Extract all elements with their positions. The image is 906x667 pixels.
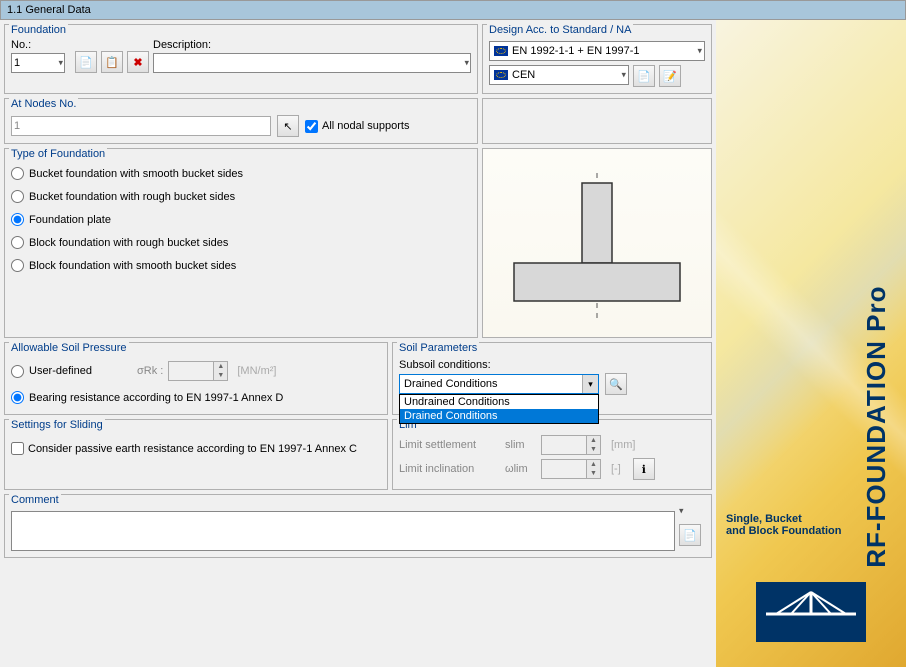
branding-panel: RF-FOUNDATION Pro Single, Bucket and Blo… — [716, 20, 906, 667]
chevron-down-icon: ▼ — [587, 469, 600, 478]
comment-group: Comment ▾ 📄 — [4, 494, 712, 558]
new-standard-button[interactable]: 📄 — [633, 65, 655, 87]
settlement-spinner: ▲▼ — [541, 435, 601, 455]
all-nodal-supports-checkbox[interactable] — [305, 120, 318, 133]
subsoil-dropdown-list: Undrained Conditions Drained Conditions — [399, 394, 599, 424]
eu-flag-icon — [494, 46, 508, 56]
bearing-label: Bearing resistance according to EN 1997-… — [29, 392, 283, 404]
foundation-group: Foundation No.: ▾ 📄 📋 ✖ Description: — [4, 24, 478, 94]
foundation-type-radio[interactable] — [11, 259, 24, 272]
delete-icon-button[interactable]: ✖ — [127, 51, 149, 73]
soil-title: Soil Parameters — [397, 342, 479, 354]
chevron-up-icon: ▲ — [587, 436, 600, 445]
settlement-symbol: slim — [505, 439, 535, 451]
no-label: No.: — [11, 39, 71, 51]
foundation-diagram — [497, 158, 697, 328]
all-nodal-label: All nodal supports — [322, 120, 409, 132]
description-input[interactable] — [153, 53, 471, 73]
foundation-type-radio[interactable] — [11, 236, 24, 249]
settlement-unit: [mm] — [611, 439, 635, 451]
foundation-type-label: Block foundation with smooth bucket side… — [29, 260, 236, 272]
left-panel: Foundation No.: ▾ 📄 📋 ✖ Description: — [0, 20, 716, 667]
standard-value: EN 1992-1-1 + EN 1997-1 — [512, 45, 640, 57]
inclination-label: Limit inclination — [399, 463, 499, 475]
dropdown-item-undrained[interactable]: Undrained Conditions — [400, 395, 598, 409]
new-icon-button[interactable]: 📄 — [75, 51, 97, 73]
chevron-down-icon[interactable]: ▾ — [679, 506, 701, 517]
chevron-down-icon: ▾ — [697, 46, 702, 57]
sliding-title: Settings for Sliding — [9, 419, 105, 431]
subsoil-dropdown[interactable]: Drained Conditions ▾ Undrained Condition… — [399, 374, 599, 394]
na-select[interactable]: CEN ▾ — [489, 65, 629, 85]
foundation-group-title: Foundation — [9, 24, 68, 36]
standard-group-title: Design Acc. to Standard / NA — [487, 24, 633, 36]
allowable-title: Allowable Soil Pressure — [9, 342, 129, 354]
sigma-unit: [MN/m²] — [237, 365, 276, 377]
nodes-group: At Nodes No. ↖ All nodal supports — [4, 98, 478, 144]
empty-panel — [482, 98, 712, 144]
sliding-group: Settings for Sliding Consider passive ea… — [4, 419, 388, 490]
passive-resistance-checkbox[interactable] — [11, 442, 24, 455]
inclination-unit: [-] — [611, 463, 621, 475]
foundation-type-option[interactable]: Foundation plate — [11, 213, 471, 226]
chevron-down-icon[interactable]: ▾ — [582, 375, 598, 393]
na-value: CEN — [512, 69, 535, 81]
passive-resistance-label: Consider passive earth resistance accord… — [28, 443, 357, 455]
standard-select[interactable]: EN 1992-1-1 + EN 1997-1 ▾ — [489, 41, 705, 61]
foundation-type-label: Bucket foundation with smooth bucket sid… — [29, 168, 243, 180]
chevron-down-icon: ▼ — [587, 445, 600, 454]
foundation-preview — [482, 148, 712, 338]
foundation-type-option[interactable]: Bucket foundation with rough bucket side… — [11, 190, 471, 203]
foundation-type-radio[interactable] — [11, 213, 24, 226]
soil-parameters-group: Soil Parameters Subsoil conditions: Drai… — [392, 342, 712, 415]
foundation-type-group: Type of Foundation Bucket foundation wit… — [4, 148, 478, 338]
pick-nodes-button[interactable]: ↖ — [277, 115, 299, 137]
foundation-type-label: Foundation plate — [29, 214, 111, 226]
comment-library-button[interactable]: 📄 — [679, 524, 701, 546]
standard-group: Design Acc. to Standard / NA EN 1992-1-1… — [482, 24, 712, 94]
foundation-type-option[interactable]: Bucket foundation with smooth bucket sid… — [11, 167, 471, 180]
edit-standard-button[interactable]: 📝 — [659, 65, 681, 87]
inclination-symbol: ωlim — [505, 463, 535, 475]
comment-title: Comment — [9, 494, 61, 506]
dropdown-item-drained[interactable]: Drained Conditions — [400, 409, 598, 423]
user-defined-label: User-defined — [29, 365, 92, 377]
comment-textarea[interactable] — [11, 511, 675, 551]
nodes-input — [11, 116, 271, 136]
allowable-group: Allowable Soil Pressure User-defined σRk… — [4, 342, 388, 415]
title-bar: 1.1 General Data — [0, 0, 906, 20]
foundation-type-option[interactable]: Block foundation with smooth bucket side… — [11, 259, 471, 272]
sigma-label: σRk : — [137, 365, 163, 377]
chevron-up-icon: ▲ — [214, 362, 227, 371]
chevron-down-icon: ▾ — [621, 70, 626, 81]
limit-group: Lim Limit settlement slim ▲▼ [mm] Limit … — [392, 419, 712, 490]
chevron-down-icon: ▼ — [214, 371, 227, 380]
foundation-type-radio[interactable] — [11, 190, 24, 203]
user-defined-radio[interactable] — [11, 365, 24, 378]
sigma-spinner: ▲▼ — [168, 361, 228, 381]
foundation-type-radio[interactable] — [11, 167, 24, 180]
foundation-type-label: Bucket foundation with rough bucket side… — [29, 191, 235, 203]
main-container: Foundation No.: ▾ 📄 📋 ✖ Description: — [0, 20, 906, 667]
foundation-no-select[interactable] — [11, 53, 65, 73]
foundation-type-option[interactable]: Block foundation with rough bucket sides — [11, 236, 471, 249]
type-group-title: Type of Foundation — [9, 148, 107, 160]
nodes-group-title: At Nodes No. — [9, 98, 78, 110]
soil-library-button[interactable]: 🔍 — [605, 373, 627, 395]
desc-label: Description: — [153, 39, 471, 51]
product-subtitle: Single, Bucket and Block Foundation — [726, 513, 896, 537]
chevron-up-icon: ▲ — [587, 460, 600, 469]
copy-icon-button[interactable]: 📋 — [101, 51, 123, 73]
foundation-type-label: Block foundation with rough bucket sides — [29, 237, 228, 249]
subsoil-label: Subsoil conditions: — [399, 359, 491, 371]
eu-flag-icon — [494, 70, 508, 80]
info-button[interactable]: ℹ — [633, 458, 655, 480]
settlement-label: Limit settlement — [399, 439, 499, 451]
inclination-spinner: ▲▼ — [541, 459, 601, 479]
dlubal-logo — [756, 582, 866, 642]
bearing-radio[interactable] — [11, 391, 24, 404]
subsoil-selected: Drained Conditions — [404, 378, 498, 390]
